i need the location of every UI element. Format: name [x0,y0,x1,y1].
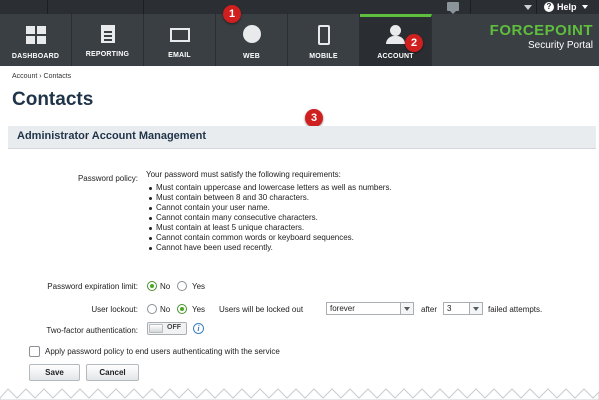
lockout-duration-select[interactable]: forever [326,302,414,315]
utility-divider [47,0,48,14]
section-header: Administrator Account Management [8,126,596,149]
callout-marker: 1 [223,5,241,23]
nav-item-dashboard[interactable]: DASHBOARD [0,14,72,66]
nav-item-label: REPORTING [85,51,130,58]
brand-subtitle: Security Portal [527,40,593,51]
info-icon[interactable]: i [193,323,204,334]
two-factor-toggle[interactable]: OFF [147,322,187,335]
utility-divider [143,0,144,14]
expiration-yes-label: Yes [192,282,206,291]
password-policy-intro: Your password must satisfy the following… [146,170,341,179]
nav-item-label: EMAIL [168,52,191,59]
utility-divider [536,0,537,14]
utility-bar: ? Help [0,0,599,14]
nav-item-label: DASHBOARD [11,53,60,60]
mobile-icon [317,25,330,45]
callout-marker: 2 [405,34,423,52]
lockout-no-radio[interactable] [147,304,157,314]
list-item: Must contain uppercase and lowercase let… [148,183,392,193]
help-icon: ? [544,2,554,12]
apply-policy-label: Apply password policy to end users authe… [45,347,280,356]
lockout-after-text: after [421,305,438,314]
expiration-yes-radio[interactable] [177,281,187,291]
chevron-down-icon[interactable] [524,5,532,10]
expiration-no-label: No [160,282,171,291]
list-item: Cannot contain many consecutive characte… [148,213,392,223]
mail-icon[interactable] [447,2,459,14]
two-factor-label: Two-factor authentication: [46,326,138,335]
chevron-down-icon [469,303,482,314]
report-icon [100,25,115,43]
list-item: Cannot have been used recently. [148,243,392,253]
lockout-label: User lockout: [91,305,138,314]
nav-item-mobile[interactable]: MOBILE [288,14,360,66]
torn-edge [0,388,599,400]
toggle-knob [149,324,163,333]
main-navigation: DASHBOARD REPORTING EMAIL WEB MOBILE ACC… [0,14,599,66]
email-icon [169,28,190,42]
lockout-failed-text: failed attempts. [488,305,543,314]
apply-policy-checkbox[interactable] [29,346,40,357]
nav-item-label: WEB [243,53,260,60]
nav-item-label: ACCOUNT [377,53,414,60]
breadcrumb[interactable]: Account › Contacts [12,73,71,80]
chevron-down-icon [400,303,413,314]
nav-item-reporting[interactable]: REPORTING [72,14,144,66]
lockout-attempts-select[interactable]: 3 [443,302,483,315]
lockout-attempts-value: 3 [447,304,452,313]
help-label: Help [557,2,577,12]
lockout-yes-radio[interactable] [177,304,187,314]
section-title: Administrator Account Management [17,130,207,142]
expiration-label: Password expiration limit: [47,282,138,291]
expiration-no-radio[interactable] [147,281,157,291]
nav-item-email[interactable]: EMAIL [144,14,216,66]
user-icon [385,25,407,45]
list-item: Cannot contain common words or keyboard … [148,233,392,243]
help-menu[interactable]: ? Help [544,1,588,13]
lockout-yes-label: Yes [192,305,206,314]
list-item: Must contain at least 5 unique character… [148,223,392,233]
nav-item-label: MOBILE [309,53,338,60]
password-policy-label: Password policy: [77,174,138,183]
toggle-state: OFF [167,324,181,331]
lockout-text: Users will be locked out [219,305,304,314]
page-title: Contacts [12,89,94,110]
utility-divider [470,0,471,14]
chevron-down-icon [581,5,588,9]
list-item: Must contain between 8 and 30 characters… [148,193,392,203]
lockout-duration-value: forever [330,304,355,313]
brand-name: FORCEPOINT [489,22,593,39]
globe-icon [242,25,261,43]
callout-marker: 3 [305,109,323,127]
dashboard-icon [25,25,47,45]
password-rules-list: Must contain uppercase and lowercase let… [148,183,392,253]
lockout-no-label: No [160,305,171,314]
app-window: ? Help DASHBOARD REPORTING EMAIL WEB MOB… [0,0,599,400]
brand-logo: FORCEPOINT Security Portal [478,23,593,53]
list-item: Cannot contain your user name. [148,203,392,213]
